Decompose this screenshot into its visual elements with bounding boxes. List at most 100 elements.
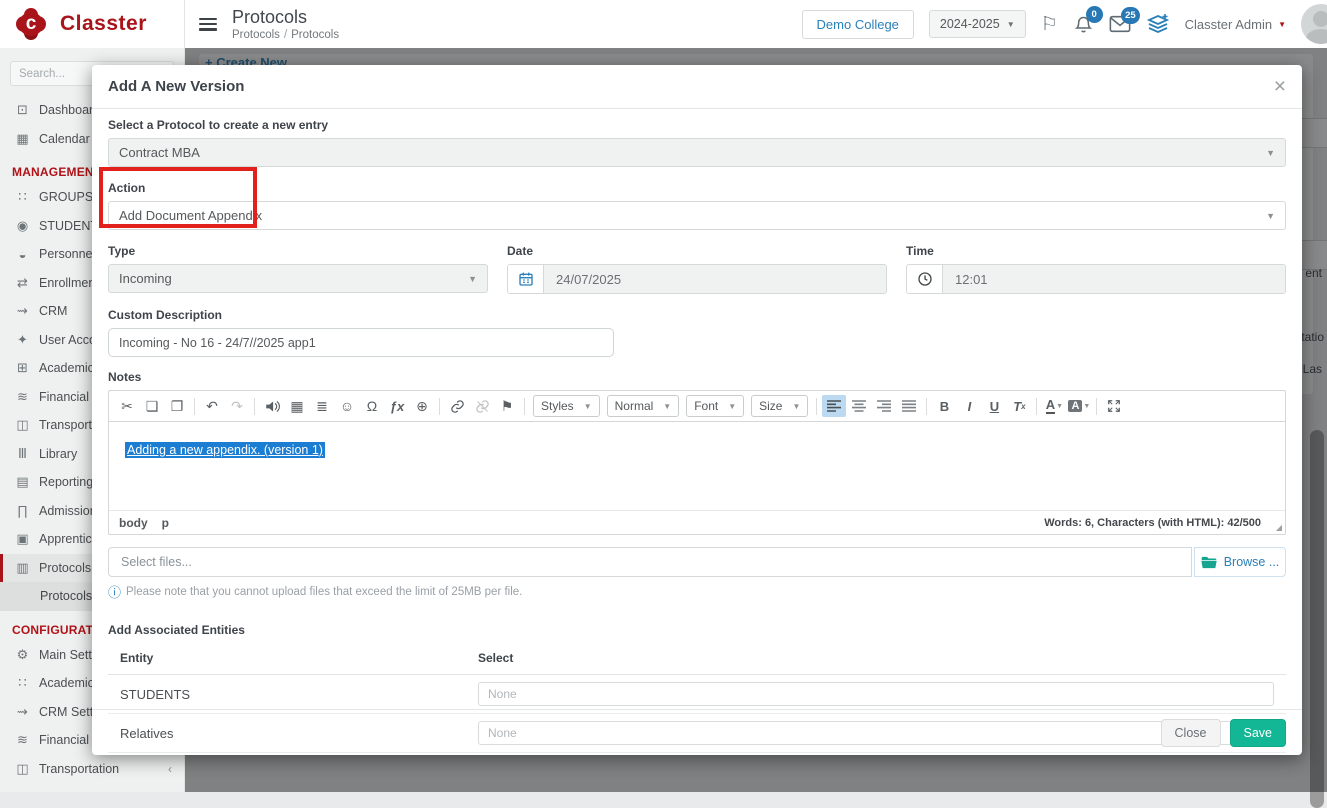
academic-year-dropdown[interactable]: 2024-2025 ▼ (929, 10, 1026, 38)
save-button[interactable]: Save (1230, 719, 1287, 747)
redo-icon[interactable]: ↷ (225, 395, 249, 417)
time-picker[interactable]: 12:01 (906, 264, 1286, 294)
user-menu[interactable]: Classter Admin ▼ (1185, 17, 1286, 32)
time-value[interactable]: 12:01 (943, 265, 1285, 293)
date-label: Date (507, 244, 887, 258)
unlink-icon[interactable] (470, 395, 494, 417)
entities-column-entity: Entity (120, 651, 478, 665)
academic-settings-icon: ∷ (12, 675, 33, 691)
sidebar-item-label: Financial (39, 390, 89, 404)
chevron-collapse-icon[interactable]: ‹ (168, 762, 172, 776)
math-formula-icon[interactable]: ƒx (385, 395, 409, 417)
text-to-speech-icon[interactable] (260, 395, 284, 417)
cut-icon[interactable]: ✂ (115, 395, 139, 417)
flag-icon[interactable]: ⚐ (1041, 13, 1058, 36)
crm-icon: ⇝ (12, 303, 33, 319)
main-settings-icon: ⚙ (12, 647, 33, 663)
sidebar-item-transportation-settings[interactable]: ◫Transportation‹ (0, 755, 184, 784)
messages-badge: 25 (1121, 7, 1140, 24)
time-label: Time (906, 244, 1286, 258)
format-dropdown[interactable]: Normal ▼ (607, 395, 680, 417)
smiley-icon[interactable]: ☺ (335, 395, 359, 417)
menu-toggle-icon[interactable] (199, 18, 217, 31)
classter-logo[interactable]: c Classter (0, 0, 184, 48)
institution-button[interactable]: Demo College (802, 10, 914, 39)
date-picker[interactable]: 24/07/2025 (507, 264, 887, 294)
text-color-icon[interactable]: A▼ (1042, 395, 1066, 417)
academic-tasks-icon: ⊞ (12, 360, 33, 376)
groups-icon: ∷ (12, 189, 33, 205)
element-path-p[interactable]: p (162, 516, 169, 530)
entities-title: Add Associated Entities (108, 623, 1286, 637)
entity-select-input[interactable] (478, 682, 1274, 706)
sidebar-item-label: Admission (39, 504, 97, 518)
remove-format-icon[interactable]: Tx (1007, 395, 1031, 417)
sidebar-item-label: CRM (39, 304, 67, 318)
info-icon: ⓘ (108, 582, 121, 601)
transportation-settings-icon: ◫ (12, 761, 33, 777)
italic-icon[interactable]: I (957, 395, 981, 417)
table-icon[interactable]: ▦ (285, 395, 309, 417)
horizontal-rule-icon[interactable]: ≣ (310, 395, 334, 417)
breadcrumb-item[interactable]: Protocols (232, 29, 280, 41)
page-title: Protocols (232, 7, 339, 28)
editor-toolbar: ✂ ❏ ❐ ↶ ↷ ▦ ≣ ☺ Ω ƒx ⊕ (109, 391, 1285, 422)
align-justify-icon[interactable] (897, 395, 921, 417)
copy-icon[interactable]: ❏ (140, 395, 164, 417)
selected-text[interactable]: Adding a new appendix. (version 1) (125, 442, 325, 458)
align-center-icon[interactable] (847, 395, 871, 417)
user-name: Classter Admin (1185, 17, 1272, 32)
sidebar-item-label: Library (39, 447, 77, 461)
special-char-icon[interactable]: Ω (360, 395, 384, 417)
clock-icon[interactable] (907, 265, 943, 293)
chevron-down-icon: ▼ (663, 402, 671, 411)
paste-icon[interactable]: ❐ (165, 395, 189, 417)
resize-handle-icon[interactable]: ◢ (1276, 523, 1282, 532)
iframe-globe-icon[interactable]: ⊕ (410, 395, 434, 417)
styles-dropdown[interactable]: Styles ▼ (533, 395, 600, 417)
anchor-flag-icon[interactable]: ⚑ (495, 395, 519, 417)
notes-content-area[interactable]: Adding a new appendix. (version 1) (109, 422, 1285, 510)
background-color-icon[interactable]: A▼ (1067, 395, 1091, 417)
folder-icon (1201, 556, 1217, 569)
chevron-down-icon: ▼ (792, 402, 800, 411)
size-dropdown[interactable]: Size ▼ (751, 395, 808, 417)
add-period-layers-icon[interactable] (1146, 13, 1170, 35)
enrollments-icon: ⇄ (12, 275, 33, 291)
sidebar-item-label: Calendar (39, 132, 90, 146)
maximize-icon[interactable] (1102, 395, 1126, 417)
action-select[interactable]: Add Document Appendix ▼ (108, 201, 1286, 230)
notes-editor: ✂ ❏ ❐ ↶ ↷ ▦ ≣ ☺ Ω ƒx ⊕ (108, 390, 1286, 535)
font-dropdown[interactable]: Font ▼ (686, 395, 744, 417)
notifications-bell-icon[interactable]: 0 (1073, 14, 1094, 35)
type-select[interactable]: Incoming ▼ (108, 264, 488, 293)
chevron-down-icon: ▼ (1278, 20, 1286, 29)
close-button[interactable]: Close (1161, 719, 1221, 747)
bold-icon[interactable]: B (932, 395, 956, 417)
undo-icon[interactable]: ↶ (200, 395, 224, 417)
students-icon: ◉ (12, 218, 33, 234)
date-value[interactable]: 24/07/2025 (544, 265, 886, 293)
action-label: Action (108, 181, 1286, 195)
messages-envelope-icon[interactable]: 25 (1109, 15, 1131, 33)
protocol-select[interactable]: Contract MBA ▼ (108, 138, 1286, 167)
file-select-field[interactable]: Select files... (108, 547, 1192, 577)
notifications-badge: 0 (1086, 6, 1103, 23)
topbar: Protocols Protocols/Protocols Demo Colle… (185, 0, 1327, 48)
calendar-icon[interactable] (508, 265, 544, 293)
chevron-down-icon: ▼ (1007, 20, 1015, 29)
browse-button[interactable]: Browse ... (1194, 547, 1286, 577)
avatar[interactable] (1301, 4, 1327, 44)
chevron-down-icon: ▼ (468, 274, 477, 284)
align-left-icon[interactable] (822, 395, 846, 417)
link-icon[interactable] (445, 395, 469, 417)
upload-note: ⓘ Please note that you cannot upload fil… (108, 582, 1286, 601)
close-icon[interactable]: × (1274, 76, 1286, 97)
custom-description-input[interactable] (108, 328, 614, 357)
align-right-icon[interactable] (872, 395, 896, 417)
element-path-body[interactable]: body (119, 516, 148, 530)
user-accounts-icon: ✦ (12, 332, 33, 348)
underline-icon[interactable]: U (982, 395, 1006, 417)
personnel-icon: ◒ (12, 247, 33, 262)
breadcrumb-item[interactable]: Protocols (291, 29, 339, 41)
